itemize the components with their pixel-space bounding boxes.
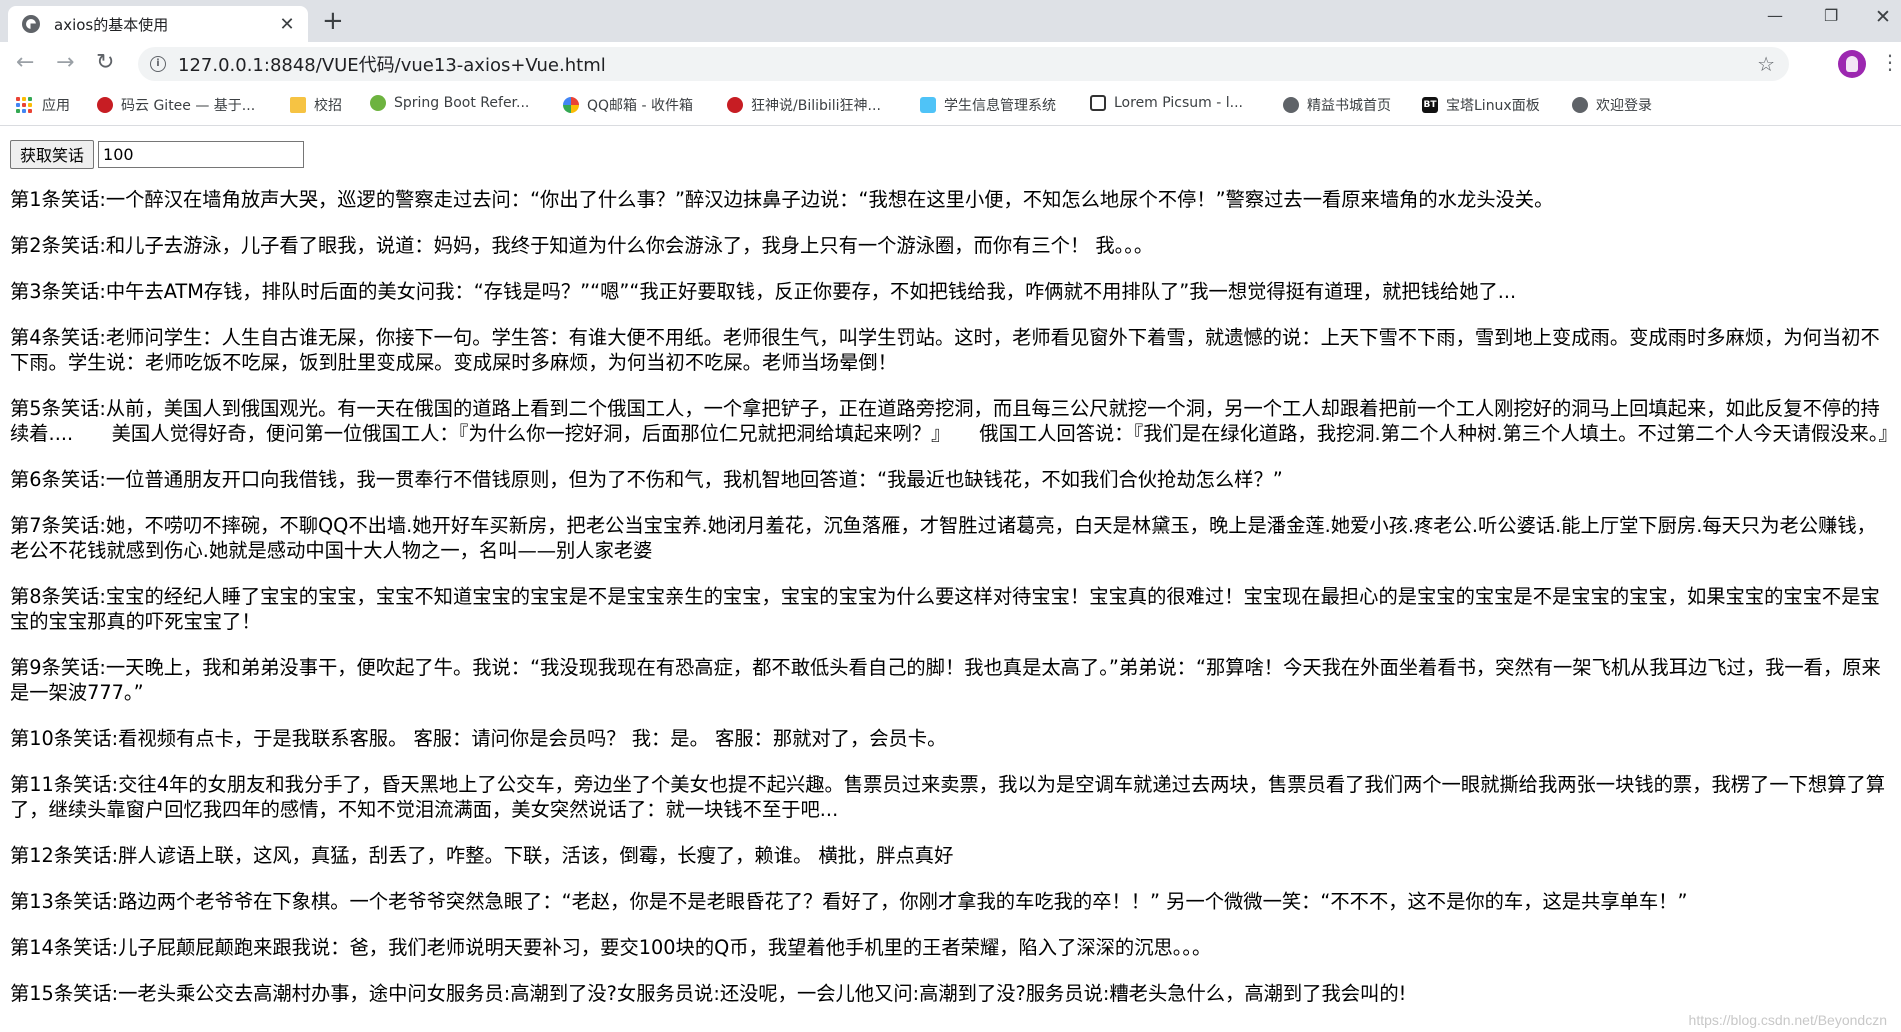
back-icon[interactable]: ← [16, 50, 34, 76]
list-item: 第8条笑话:宝宝的经纪人睡了宝宝的宝宝，宝宝不知道宝宝的宝宝是不是宝宝亲生的宝宝… [10, 585, 1880, 633]
picsum-icon [1090, 95, 1106, 111]
bookmark-kuangshen[interactable]: 狂神说/Bilibili狂神... [727, 95, 881, 115]
bookmark-folder-xiaozhao[interactable]: 校招 [290, 95, 342, 115]
gitee-icon [727, 97, 743, 113]
list-item: 第6条笑话:一位普通朋友开口向我借钱，我一贯奉行不借钱原则，但为了不伤和气，我机… [10, 468, 1283, 491]
list-item: 第2条笑话:和儿子去游泳，儿子看了眼我，说道：妈妈，我终于知道为什么你会游泳了，… [10, 234, 1154, 257]
bookmark-lorem-picsum[interactable]: Lorem Picsum - l... [1090, 95, 1243, 111]
bookmark-apps[interactable]: 应用 [16, 95, 70, 115]
reload-icon[interactable]: ↻ [96, 50, 114, 76]
list-item: 第11条笑话:交往4年的女朋友和我分手了，昏天黑地上了公交车，旁边坐了个美女也提… [10, 773, 1886, 821]
close-tab-icon[interactable]: ✕ [276, 14, 298, 35]
forward-icon[interactable]: → [56, 50, 74, 76]
apps-icon [16, 97, 32, 113]
bookmark-spring-boot[interactable]: Spring Boot Refer... [370, 95, 529, 111]
qq-mail-icon [563, 97, 579, 113]
bookmark-star-icon[interactable]: ☆ [1757, 52, 1775, 76]
list-item: 第12条笑话:胖人谚语上联，这风，真猛，刮丢了，咋整。下联，活该，倒霉，长瘦了，… [10, 844, 954, 867]
browser-toolbar: ← → ↻ i 127.0.0.1:8848/VUE代码/vue13-axios… [0, 42, 1901, 86]
menu-icon[interactable]: ⋮ [1880, 52, 1900, 72]
list-item: 第1条笑话:一个醉汉在墙角放声大哭，巡逻的警察走过去问：“你出了什么事？”醉汉边… [10, 188, 1554, 211]
profile-avatar[interactable] [1838, 50, 1866, 78]
folder-icon [290, 97, 306, 113]
list-item: 第4条笑话:老师问学生：人生自古谁无屎，你接下一句。学生答：有谁大便不用纸。老师… [10, 326, 1880, 374]
globe-icon [22, 15, 40, 33]
list-item: 第10条笑话:看视频有点卡，于是我联系客服。 客服：请问你是会员吗？ 我：是。 … [10, 727, 947, 750]
page-content: 获取笑话 第1条笑话:一个醉汉在墙角放声大哭，巡逻的警察走过去问：“你出了什么事… [10, 139, 1898, 1027]
bookmark-student-system[interactable]: 学生信息管理系统 [920, 95, 1056, 115]
globe-icon [1283, 97, 1299, 113]
get-jokes-button[interactable]: 获取笑话 [10, 139, 95, 169]
info-icon[interactable]: i [150, 56, 166, 72]
bookmarks-bar: 应用 码云 Gitee — 基于... 校招 Spring Boot Refer… [0, 86, 1901, 126]
tab-active[interactable]: axios的基本使用 ✕ [8, 6, 308, 42]
minimize-icon[interactable]: — [1767, 6, 1783, 25]
list-item: 第15条笑话:一老头乘公交去高潮村办事，途中问女服务员:高潮到了没?女服务员说:… [10, 982, 1407, 1005]
bookmark-gitee[interactable]: 码云 Gitee — 基于... [97, 95, 255, 115]
joke-list: 第1条笑话:一个醉汉在墙角放声大哭，巡逻的警察走过去问：“你出了什么事？”醉汉边… [10, 187, 1898, 1006]
new-tab-button[interactable]: + [322, 8, 344, 34]
address-url: 127.0.0.1:8848/VUE代码/vue13-axios+Vue.htm… [178, 55, 606, 76]
bookmark-bookstore[interactable]: 精益书城首页 [1283, 95, 1391, 115]
joke-count-input[interactable] [98, 140, 305, 168]
spring-icon [370, 95, 386, 111]
gitee-icon [97, 97, 113, 113]
address-bar[interactable]: i 127.0.0.1:8848/VUE代码/vue13-axios+Vue.h… [138, 47, 1789, 81]
bt-icon: BT [1422, 97, 1438, 113]
tab-strip: axios的基本使用 ✕ + — ❐ ✕ [0, 0, 1901, 42]
list-item: 第7条笑话:她，不唠叨不摔碗，不聊QQ不出墙.她开好车买新房，把老公当宝宝养.她… [10, 514, 1876, 562]
restore-icon[interactable]: ❐ [1824, 6, 1838, 25]
tab-title: axios的基本使用 [54, 15, 169, 34]
list-item: 第3条笑话:中午去ATM存钱，排队时后面的美女问我：“存钱是吗？”“嗯”“我正好… [10, 280, 1517, 303]
list-item: 第13条笑话:路边两个老爷爷在下象棋。一个老爷爷突然急眼了：“老赵，你是不是老眼… [10, 890, 1688, 913]
bookmark-qq-mail[interactable]: QQ邮箱 - 收件箱 [563, 95, 693, 115]
list-item: 第14条笑话:儿子屁颠屁颠跑来跟我说：爸，我们老师说明天要补习，要交100块的Q… [10, 936, 1212, 959]
globe-icon [1572, 97, 1588, 113]
bookmark-login[interactable]: 欢迎登录 [1572, 95, 1652, 115]
shield-icon [920, 97, 936, 113]
list-item: 第5条笑话:从前，美国人到俄国观光。有一天在俄国的道路上看到二个俄国工人，一个拿… [10, 397, 1898, 445]
window-close-icon[interactable]: ✕ [1875, 6, 1891, 28]
list-item: 第9条笑话:一天晚上，我和弟弟没事干，便吹起了牛。我说：“我没现我现在有恐高症，… [10, 656, 1881, 704]
joke-controls: 获取笑话 [10, 139, 1890, 169]
watermark: https://blog.csdn.net/Beyondczn [1688, 1012, 1887, 1028]
bookmark-bt-panel[interactable]: BT 宝塔Linux面板 [1422, 95, 1540, 115]
